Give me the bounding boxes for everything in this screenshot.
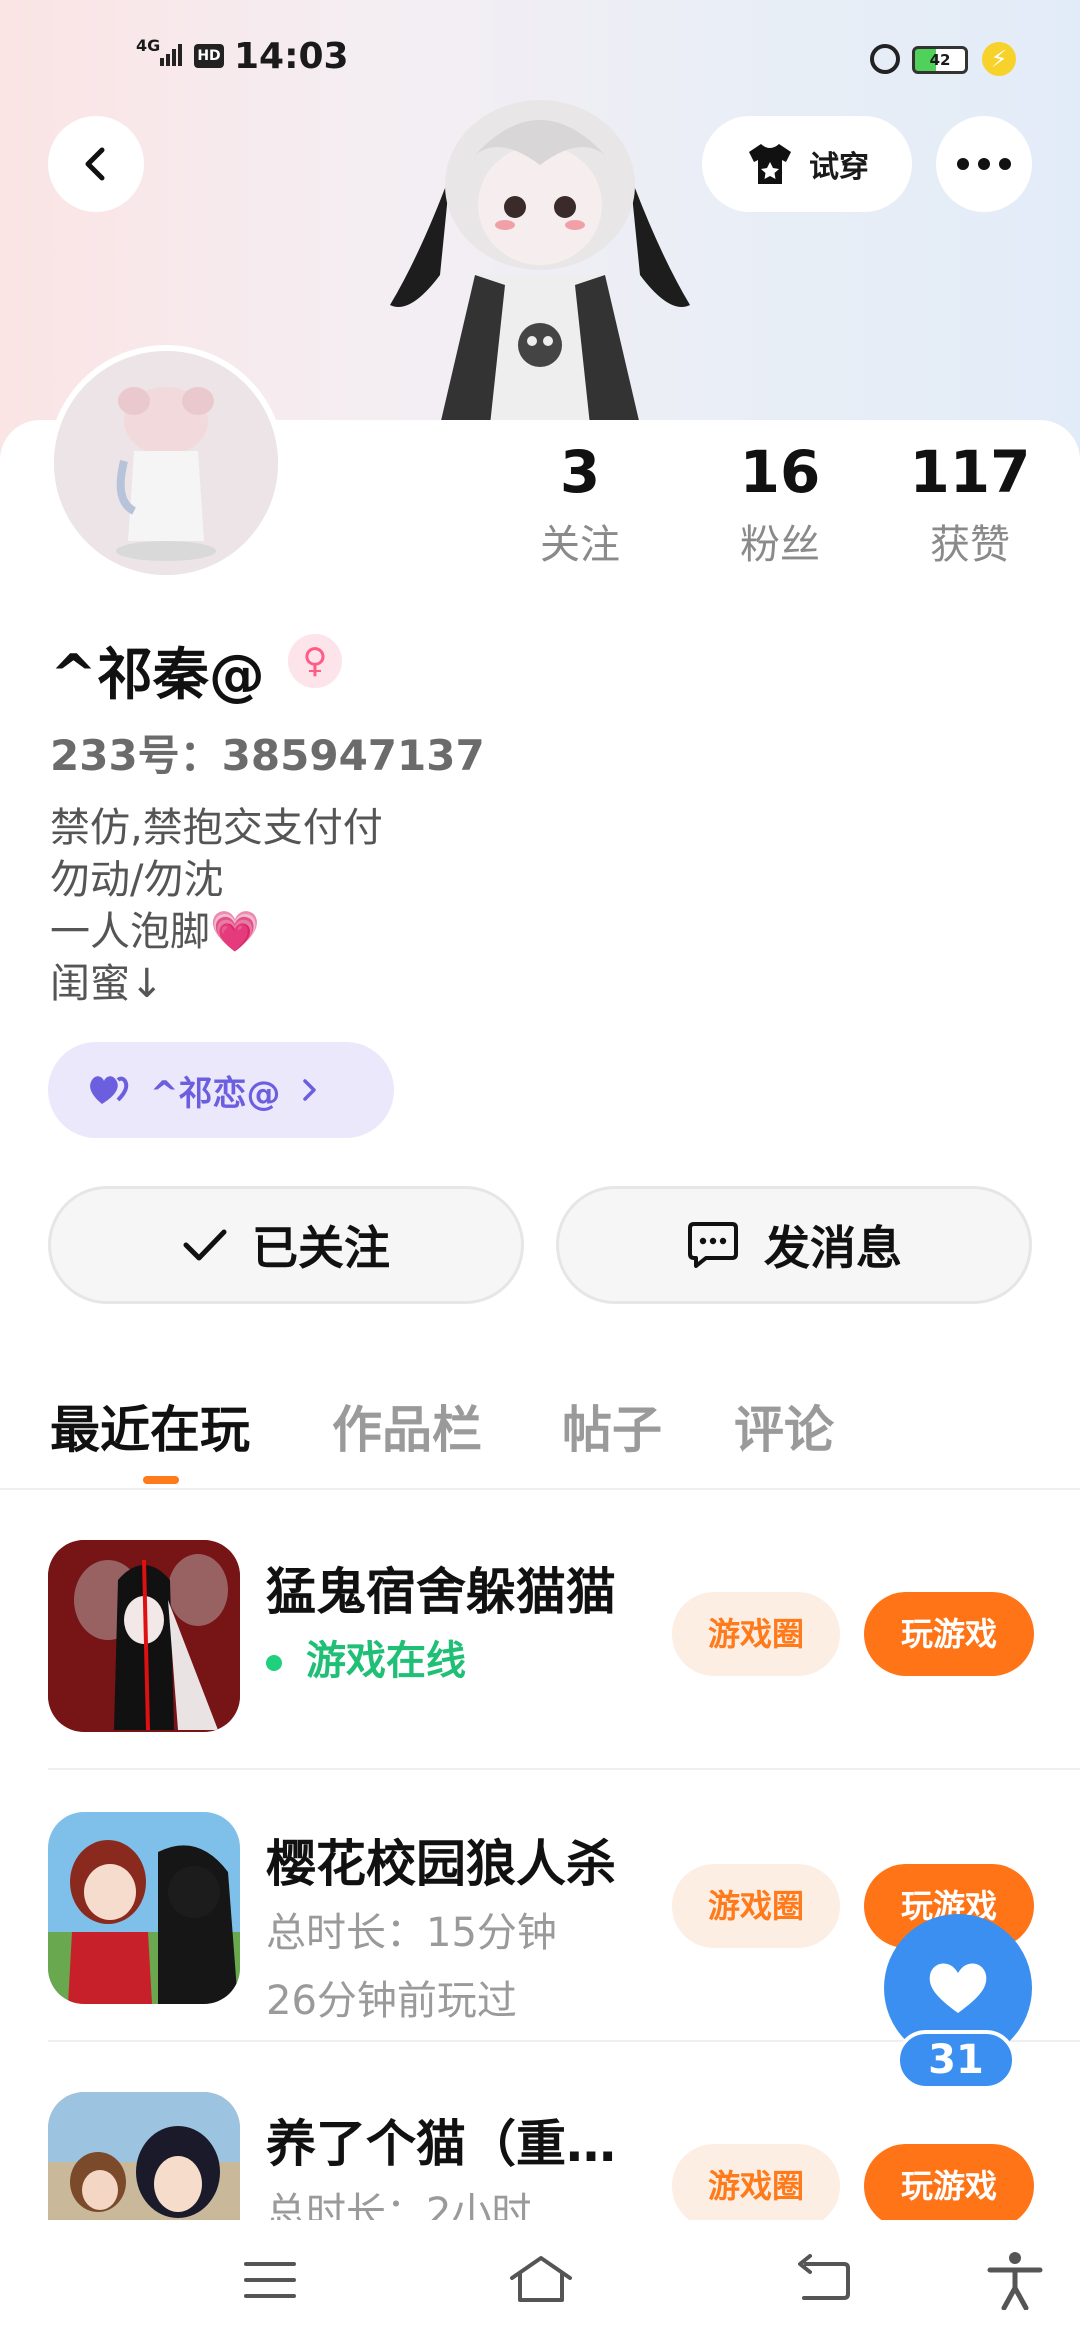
game-circle-button[interactable]: 游戏圈 (672, 1592, 840, 1676)
divider (48, 1768, 1080, 1770)
game-play-duration: 总时长：15分钟 (266, 1910, 557, 1956)
stat-following[interactable]: 3 关注 (480, 436, 680, 570)
stat-fans[interactable]: 16 粉丝 (680, 436, 880, 570)
try-on-label: 试穿 (809, 150, 869, 185)
status-time: 14:03 (234, 36, 349, 77)
stat-following-count: 3 (559, 438, 601, 506)
network-type: 4G (136, 36, 161, 55)
stat-following-label: 关注 (540, 522, 620, 568)
followed-button[interactable]: 已关注 (48, 1186, 524, 1304)
bio-line: 闺蜜↓ (50, 961, 164, 1007)
user-id[interactable]: 233号：385947137 (50, 722, 485, 783)
username: ^祁秦@ (50, 643, 265, 708)
female-gender-icon: ♀ (288, 634, 342, 688)
profile-stats: 3 关注 16 粉丝 117 获赞 (480, 436, 1060, 586)
stat-likes-count: 117 (909, 438, 1031, 506)
game-title: 樱花校园狼人杀 (266, 1835, 616, 1893)
online-dot-icon (266, 1655, 282, 1671)
system-navigation-bar (0, 2220, 1080, 2340)
game-list-item[interactable]: 猛鬼宿舍躲猫猫 游戏在线 游戏圈 玩游戏 (0, 1500, 1080, 1770)
game-circle-button[interactable]: 游戏圈 (672, 1864, 840, 1948)
more-button[interactable] (936, 116, 1032, 212)
battery-icon: 42 (912, 46, 968, 74)
stat-fans-label: 粉丝 (740, 522, 820, 568)
profile-tabs: 最近在玩 作品栏 帖子 评论 (0, 1380, 1080, 1490)
game-icon (48, 1812, 240, 2004)
more-dots-icon (957, 158, 1011, 170)
chevron-right-icon (302, 1079, 316, 1101)
online-status-label: 游戏在线 (306, 1638, 466, 1684)
bestie-name: ^祁恋@ (150, 1073, 281, 1114)
tab-recently-played[interactable]: 最近在玩 (50, 1390, 250, 1462)
send-message-label: 发消息 (764, 1221, 902, 1275)
avatar-figure-image (390, 100, 690, 425)
stat-likes[interactable]: 117 获赞 (870, 436, 1070, 570)
heart-icon (929, 1963, 987, 2013)
bestie-badge[interactable]: ^祁恋@ (48, 1042, 394, 1138)
bio-line: 勿动/勿沈 (50, 857, 224, 903)
hd-badge: HD (194, 44, 224, 68)
accessibility-icon[interactable] (980, 2250, 1050, 2310)
back-nav-icon[interactable] (790, 2250, 860, 2310)
stat-fans-count: 16 (739, 438, 821, 506)
status-bar: 4G HD 14:03 42 ⚡ (0, 0, 1080, 100)
game-icon (48, 1540, 240, 1732)
tab-active-indicator (143, 1476, 179, 1484)
game-title: 猛鬼宿舍躲猫猫 (266, 1563, 616, 1621)
stat-likes-label: 获赞 (930, 522, 1010, 568)
avatar-image (54, 351, 278, 575)
checkmark-icon (183, 1229, 227, 1261)
play-game-button[interactable]: 玩游戏 (864, 2144, 1034, 2220)
game-play-duration: 总时长：2小时 (266, 2190, 532, 2220)
alarm-icon (870, 44, 900, 74)
charging-icon: ⚡ (982, 42, 1016, 76)
game-circle-button[interactable]: 游戏圈 (672, 2144, 840, 2220)
tab-works[interactable]: 作品栏 (332, 1390, 482, 1462)
play-game-button[interactable]: 玩游戏 (864, 1592, 1034, 1676)
signal-icon (160, 44, 184, 66)
try-on-button[interactable]: 试穿 (702, 116, 912, 212)
double-heart-icon (88, 1072, 132, 1108)
followed-label: 已关注 (252, 1221, 390, 1275)
bio-line: 一人泡脚💗 (50, 909, 260, 955)
game-last-played: 26分钟前玩过 (266, 1978, 517, 2024)
bio-line: 禁仿,禁抱交支付付 (50, 805, 383, 851)
chat-bubble-icon (688, 1222, 738, 1268)
bio: 禁仿,禁抱交支付付 勿动/勿沈 一人泡脚💗 闺蜜↓ (50, 802, 383, 1010)
avatar[interactable] (48, 345, 284, 581)
game-online-status: 游戏在线 (266, 1628, 466, 1686)
tab-posts[interactable]: 帖子 (562, 1390, 662, 1462)
back-button[interactable] (48, 116, 144, 212)
game-icon (48, 2092, 240, 2220)
send-message-button[interactable]: 发消息 (556, 1186, 1032, 1304)
game-title: 养了个猫（重… (266, 2115, 616, 2173)
home-icon[interactable] (506, 2250, 576, 2310)
menu-icon[interactable] (236, 2250, 306, 2310)
tab-comments[interactable]: 评论 (734, 1390, 834, 1462)
like-count-badge: 31 (896, 2030, 1016, 2090)
tshirt-icon (749, 144, 791, 184)
chevron-left-icon (85, 147, 105, 181)
